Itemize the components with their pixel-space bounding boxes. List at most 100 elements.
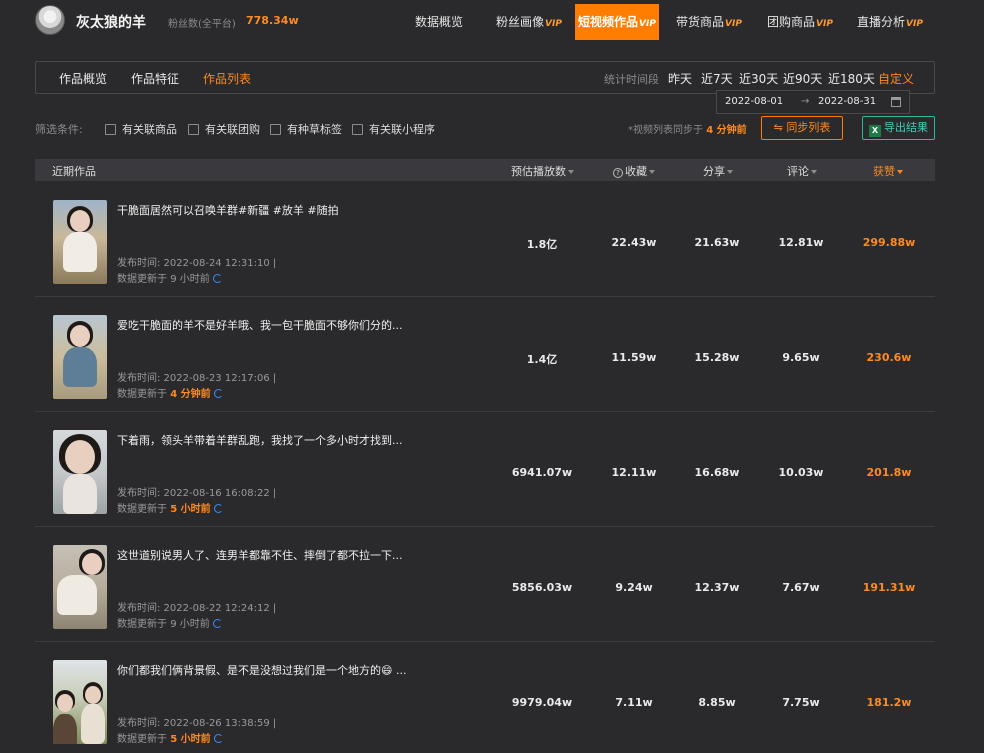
vip-badge: VIP	[725, 19, 742, 29]
comments-value: 7.75w	[782, 696, 820, 709]
export-button[interactable]: X 导出结果	[862, 116, 935, 140]
period-180-days[interactable]: 近180天	[828, 70, 875, 87]
plays-value: 9979.04w	[511, 696, 573, 709]
nav-live-analysis[interactable]: 直播分析VIP	[857, 4, 923, 40]
nav-short-videos[interactable]: 短视频作品VIP	[575, 4, 659, 40]
plays-value: 1.8亿	[526, 238, 558, 251]
col-plays[interactable]: 预估播放数	[511, 163, 574, 179]
period-yesterday[interactable]: 昨天	[668, 70, 692, 87]
refresh-icon[interactable]	[212, 274, 222, 283]
vip-badge: VIP	[639, 19, 656, 29]
nav-products[interactable]: 带货商品VIP	[676, 4, 742, 40]
shares-value: 16.68w	[694, 466, 740, 479]
favorites-value: 9.24w	[615, 581, 653, 594]
shares-value: 12.37w	[694, 581, 740, 594]
date-arrow: →	[801, 96, 810, 107]
checkbox[interactable]	[352, 124, 363, 135]
video-thumbnail[interactable]	[53, 545, 107, 629]
col-shares[interactable]: 分享	[703, 163, 733, 179]
table-header: 近期作品 预估播放数 ? 收藏 分享 评论 获赞	[35, 159, 935, 181]
period-30-days[interactable]: 近30天	[739, 70, 778, 87]
comments-value: 9.65w	[782, 351, 820, 364]
plays-value: 5856.03w	[511, 581, 573, 594]
comments-value: 7.67w	[782, 581, 820, 594]
period-90-days[interactable]: 近90天	[783, 70, 822, 87]
favorites-value: 22.43w	[611, 236, 657, 249]
info-icon[interactable]: ?	[613, 168, 623, 178]
video-thumbnail[interactable]	[53, 200, 107, 284]
refresh-icon[interactable]	[212, 619, 222, 628]
col-recent-works: 近期作品	[52, 165, 96, 178]
col-comments[interactable]: 评论	[787, 163, 817, 179]
publish-time: 发布时间: 2022-08-16 16:08:22 |	[117, 488, 277, 499]
update-time: 数据更新于 5 小时前	[117, 730, 223, 745]
filter-has-tag[interactable]: 有种草标签	[270, 121, 342, 136]
excel-icon: X	[869, 125, 881, 137]
favorites-value: 11.59w	[611, 351, 657, 364]
sort-icon	[568, 170, 574, 174]
avatar[interactable]	[35, 5, 65, 35]
nav-fan-profile[interactable]: 粉丝画像VIP	[496, 4, 562, 40]
sort-icon	[897, 170, 903, 174]
likes-value: 181.2w	[866, 696, 912, 709]
table-row[interactable]: 这世道别说男人了、连男羊都靠不住、摔倒了都不拉一下... 发布时间: 2022-…	[35, 527, 935, 642]
vip-badge: VIP	[816, 19, 833, 29]
nav-data-overview[interactable]: 数据概览	[415, 4, 463, 40]
fans-value: 778.34w	[246, 14, 299, 27]
likes-value: 230.6w	[866, 351, 912, 364]
update-time: 数据更新于 4 分钟前	[117, 385, 223, 400]
filter-has-product[interactable]: 有关联商品	[105, 121, 177, 136]
col-favorites[interactable]: ? 收藏	[613, 163, 655, 179]
shares-value: 8.85w	[698, 696, 736, 709]
video-title[interactable]: 你们都我们俩背景假、是不是没想过我们是一个地方的😄 ...	[117, 662, 406, 678]
date-end[interactable]: 2022-08-31	[818, 96, 876, 107]
update-time: 数据更新于 9 小时前	[117, 615, 222, 630]
col-likes[interactable]: 获赞	[873, 163, 903, 179]
update-time: 数据更新于 9 小时前	[117, 270, 222, 285]
vip-badge: VIP	[906, 19, 923, 29]
sort-icon	[649, 170, 655, 174]
account-name[interactable]: 灰太狼的羊	[76, 12, 146, 32]
video-thumbnail[interactable]	[53, 315, 107, 399]
video-title[interactable]: 下着雨，领头羊带着羊群乱跑，我找了一个多小时才找到...	[117, 432, 403, 448]
filter-has-group-buy[interactable]: 有关联团购	[188, 121, 260, 136]
checkbox[interactable]	[188, 124, 199, 135]
date-start[interactable]: 2022-08-01	[725, 96, 783, 107]
shares-value: 21.63w	[694, 236, 740, 249]
tab-works-features[interactable]: 作品特征	[131, 70, 179, 87]
video-title[interactable]: 爱吃干脆面的羊不是好羊哦、我一包干脆面不够你们分的...	[117, 317, 403, 333]
video-thumbnail[interactable]	[53, 430, 107, 514]
refresh-icon[interactable]	[213, 504, 223, 513]
tab-works-overview[interactable]: 作品概览	[59, 70, 107, 87]
favorites-value: 7.11w	[615, 696, 653, 709]
table-row[interactable]: 干脆面居然可以召唤羊群#新疆 #放羊 #随拍 发布时间: 2022-08-24 …	[35, 182, 935, 297]
period-7-days[interactable]: 近7天	[701, 70, 733, 87]
likes-value: 191.31w	[862, 581, 916, 594]
filter-has-mini-program[interactable]: 有关联小程序	[352, 121, 435, 136]
refresh-icon[interactable]	[213, 389, 223, 398]
sync-note: *视频列表同步于 4 分钟前	[628, 125, 747, 136]
tab-works-list[interactable]: 作品列表	[203, 70, 251, 87]
sync-list-button[interactable]: ⇋ 同步列表	[761, 116, 843, 140]
table-row[interactable]: 你们都我们俩背景假、是不是没想过我们是一个地方的😄 ... 发布时间: 2022…	[35, 642, 935, 753]
publish-time: 发布时间: 2022-08-23 12:17:06 |	[117, 373, 277, 384]
checkbox[interactable]	[270, 124, 281, 135]
table-row[interactable]: 下着雨，领头羊带着羊群乱跑，我找了一个多小时才找到... 发布时间: 2022-…	[35, 412, 935, 527]
sort-icon	[811, 170, 817, 174]
comments-value: 10.03w	[778, 466, 824, 479]
likes-value: 299.88w	[862, 236, 916, 249]
calendar-icon[interactable]	[891, 97, 901, 107]
checkbox[interactable]	[105, 124, 116, 135]
video-thumbnail[interactable]	[53, 660, 107, 744]
table-row[interactable]: 爱吃干脆面的羊不是好羊哦、我一包干脆面不够你们分的... 发布时间: 2022-…	[35, 297, 935, 412]
shares-value: 15.28w	[694, 351, 740, 364]
fans-label: 粉丝数(全平台)	[168, 19, 236, 30]
comments-value: 12.81w	[778, 236, 824, 249]
vip-badge: VIP	[545, 19, 562, 29]
date-range-picker[interactable]: 2022-08-01 → 2022-08-31	[716, 90, 910, 114]
refresh-icon[interactable]	[213, 734, 223, 743]
video-title[interactable]: 这世道别说男人了、连男羊都靠不住、摔倒了都不拉一下...	[117, 547, 403, 563]
video-title[interactable]: 干脆面居然可以召唤羊群#新疆 #放羊 #随拍	[117, 202, 339, 218]
nav-group-buy[interactable]: 团购商品VIP	[767, 4, 833, 40]
period-custom[interactable]: 自定义	[878, 70, 914, 87]
